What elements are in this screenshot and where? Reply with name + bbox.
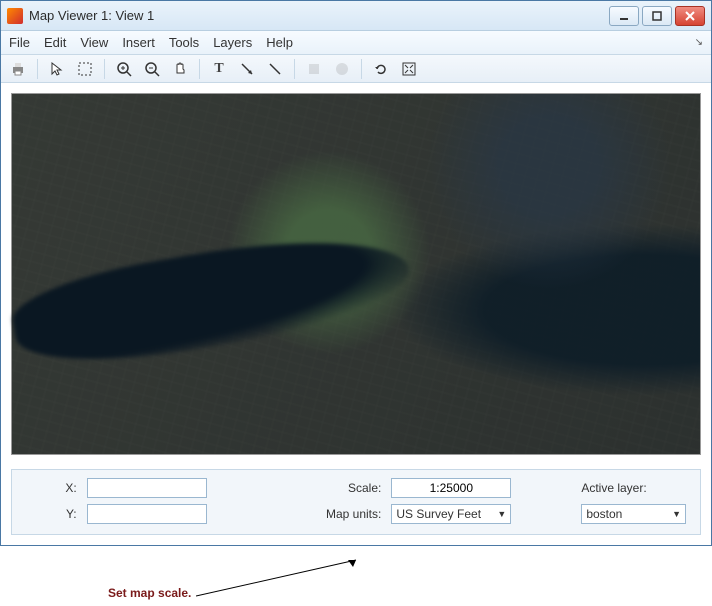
annotation-text: Set map scale. — [108, 586, 191, 600]
cursor-icon — [49, 61, 65, 77]
menu-tools[interactable]: Tools — [169, 35, 199, 50]
menu-layers[interactable]: Layers — [213, 35, 252, 50]
zoom-out-icon — [144, 61, 160, 77]
scale-field[interactable] — [391, 478, 511, 498]
maximize-icon — [652, 11, 662, 21]
select-button[interactable] — [46, 58, 68, 80]
map-area — [1, 83, 711, 461]
titlebar: Map Viewer 1: View 1 — [1, 1, 711, 31]
x-label: X: — [26, 481, 77, 495]
text-icon: T — [214, 61, 223, 77]
menu-help[interactable]: Help — [266, 35, 293, 50]
zoom-in-icon — [116, 61, 132, 77]
hand-icon — [172, 61, 188, 77]
arrow-icon — [239, 61, 255, 77]
x-field[interactable] — [87, 478, 207, 498]
map-units-combo[interactable]: US Survey Feet ▼ — [391, 504, 511, 524]
region-icon — [306, 61, 322, 77]
status-panel: X: Scale: Active layer: Y: Map units: US… — [11, 469, 701, 535]
app-icon — [7, 8, 23, 24]
print-button[interactable] — [7, 58, 29, 80]
map-units-value: US Survey Feet — [396, 507, 481, 521]
menu-edit[interactable]: Edit — [44, 35, 66, 50]
refresh-button[interactable] — [370, 58, 392, 80]
map-canvas-frame — [11, 93, 701, 455]
globe-icon — [334, 61, 350, 77]
menubar: File Edit View Insert Tools Layers Help … — [1, 31, 711, 55]
scale-label: Scale: — [287, 481, 382, 495]
marquee-button[interactable] — [74, 58, 96, 80]
fit-icon — [401, 61, 417, 77]
dock-toggle-icon[interactable]: ↘ — [695, 37, 703, 48]
menu-view[interactable]: View — [80, 35, 108, 50]
active-layer-label: Active layer: — [581, 481, 686, 495]
chevron-down-icon: ▼ — [497, 509, 506, 519]
minimize-button[interactable] — [609, 6, 639, 26]
line-button[interactable] — [264, 58, 286, 80]
arrow-button[interactable] — [236, 58, 258, 80]
fit-button[interactable] — [398, 58, 420, 80]
map-units-label: Map units: — [287, 507, 382, 521]
window-buttons — [609, 6, 705, 26]
app-window: Map Viewer 1: View 1 File Edit View Inse… — [0, 0, 712, 546]
annotation-arrow-icon — [196, 558, 366, 598]
menu-file[interactable]: File — [9, 35, 30, 50]
chevron-down-icon: ▼ — [672, 509, 681, 519]
map-canvas[interactable] — [12, 94, 700, 454]
globe-button[interactable] — [331, 58, 353, 80]
pan-button[interactable] — [169, 58, 191, 80]
active-layer-value: boston — [586, 507, 622, 521]
marquee-icon — [77, 61, 93, 77]
zoom-out-button[interactable] — [141, 58, 163, 80]
refresh-icon — [373, 61, 389, 77]
text-button[interactable]: T — [208, 58, 230, 80]
window-title: Map Viewer 1: View 1 — [29, 8, 609, 23]
toolbar: T — [1, 55, 711, 83]
maximize-button[interactable] — [642, 6, 672, 26]
menu-insert[interactable]: Insert — [122, 35, 155, 50]
y-label: Y: — [26, 507, 77, 521]
close-button[interactable] — [675, 6, 705, 26]
minimize-icon — [619, 11, 629, 21]
active-layer-combo[interactable]: boston ▼ — [581, 504, 686, 524]
region-button[interactable] — [303, 58, 325, 80]
zoom-in-button[interactable] — [113, 58, 135, 80]
annotation: Set map scale. — [0, 546, 712, 606]
line-icon — [267, 61, 283, 77]
y-field[interactable] — [87, 504, 207, 524]
close-icon — [685, 11, 695, 21]
print-icon — [10, 61, 26, 77]
